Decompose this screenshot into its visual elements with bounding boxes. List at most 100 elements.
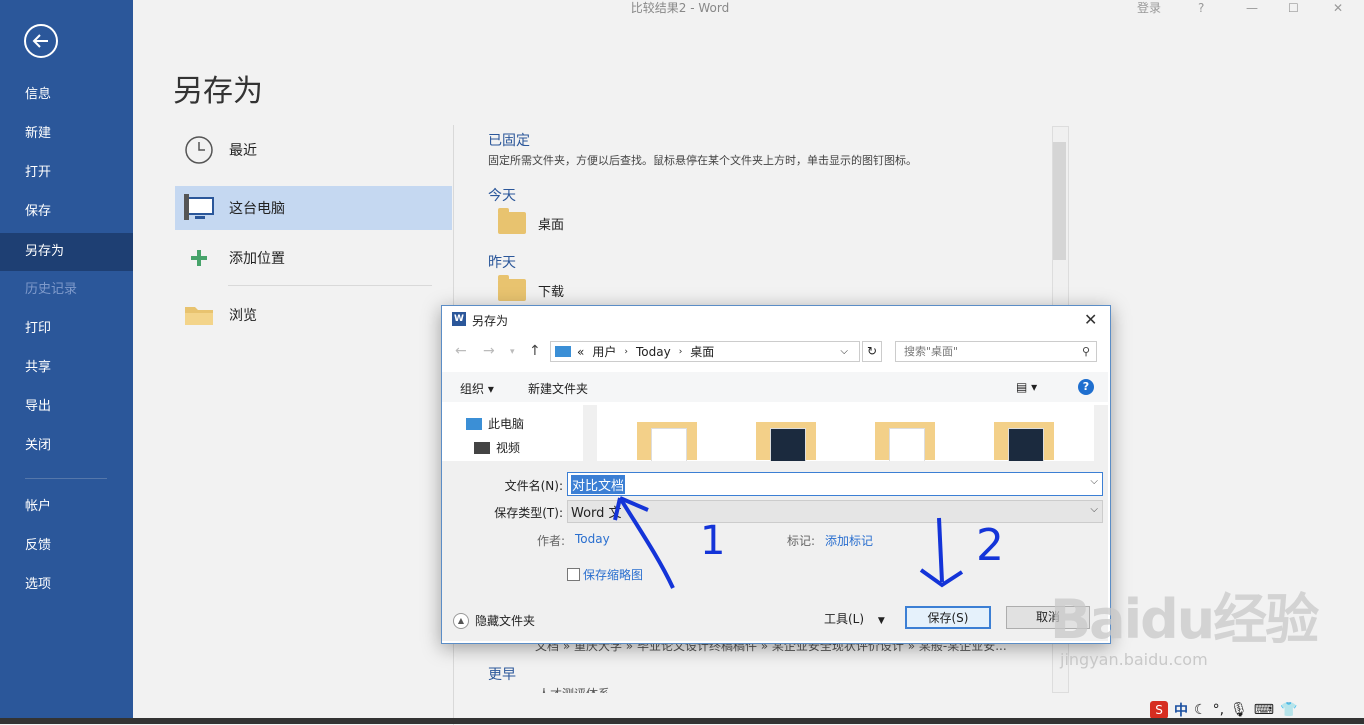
help-icon[interactable]: ? [1078, 379, 1094, 395]
sogou-ime-icon[interactable]: S [1150, 701, 1168, 719]
file-thumbnail[interactable] [637, 422, 697, 462]
filetype-value: Word 文 [571, 506, 622, 521]
nav-share[interactable]: 共享 [0, 350, 133, 386]
punctuation-icon[interactable]: °, [1213, 702, 1224, 718]
tree-scrollbar[interactable] [583, 405, 597, 461]
ime-mode[interactable]: 中 [1174, 700, 1188, 720]
tree-item-this-pc[interactable]: 此电脑 [466, 415, 524, 432]
nav-account[interactable]: 帐户 [0, 489, 133, 525]
files-scrollbar[interactable] [1094, 405, 1108, 461]
folder-item-downloads[interactable]: 下载 [498, 275, 564, 301]
save-button[interactable]: 保存(S) [905, 606, 991, 629]
login-link[interactable]: 登录 [1137, 0, 1161, 16]
baidu-watermark-logo: Baidu经验 [1050, 588, 1319, 651]
nav-options[interactable]: 选项 [0, 567, 133, 603]
hide-folders-toggle[interactable]: ▲ 隐藏文件夹 [453, 612, 535, 629]
dialog-close-icon[interactable]: ✕ [1084, 310, 1097, 329]
back-arrow-icon[interactable]: ← [455, 343, 467, 359]
close-icon[interactable]: ✕ [1333, 0, 1343, 16]
restore-icon[interactable]: ☐ [1288, 0, 1299, 16]
chevron-down-icon[interactable]: ⌵ [840, 346, 848, 357]
place-recent[interactable]: 最近 [175, 128, 452, 172]
place-label: 添加位置 [229, 251, 285, 267]
filetype-select[interactable]: Word 文 ⌵ [567, 500, 1103, 523]
organize-button[interactable]: 组织 ▾ [460, 380, 494, 397]
author-value[interactable]: Today [575, 532, 610, 546]
save-thumbnail-checkbox[interactable] [567, 568, 580, 581]
recent-locations-icon[interactable]: ▾ [510, 347, 515, 357]
annotation-number-2: 2 [976, 520, 1004, 571]
folder-icon [498, 275, 526, 301]
search-icon: ⚲ [1081, 345, 1090, 358]
forward-arrow-icon[interactable]: → [483, 343, 495, 359]
filename-input[interactable]: 对比文档 ⌵ [567, 472, 1103, 496]
pinned-heading: 已固定 [488, 133, 530, 149]
clock-icon [181, 132, 217, 168]
nav-new[interactable]: 新建 [0, 116, 133, 152]
folder-icon [181, 297, 217, 333]
up-arrow-icon[interactable]: ↑ [529, 343, 541, 359]
chevron-up-icon: ▲ [453, 612, 469, 629]
video-icon [474, 441, 490, 454]
address-part[interactable]: Today [636, 345, 671, 359]
tree-item-videos[interactable]: 视频 [474, 439, 520, 456]
save-thumbnail-label[interactable]: 保存缩略图 [583, 566, 643, 583]
computer-icon [181, 190, 217, 226]
microphone-icon[interactable]: 🎙 [1230, 702, 1248, 718]
moon-icon[interactable]: ☾ [1194, 702, 1207, 718]
search-input[interactable]: 搜索"桌面" ⚲ [895, 341, 1097, 362]
nav-save-as[interactable]: 另存为 [0, 233, 133, 271]
folder-item-desktop[interactable]: 桌面 [498, 208, 564, 234]
filename-label: 文件名(N): [504, 479, 563, 493]
new-folder-button[interactable]: 新建文件夹 [528, 380, 588, 397]
chevron-down-icon[interactable]: ⌵ [1090, 476, 1098, 487]
address-part[interactable]: 用户 [592, 343, 616, 360]
yesterday-heading: 昨天 [488, 255, 516, 271]
place-browse[interactable]: 浏览 [175, 293, 452, 337]
filetype-label: 保存类型(T): [494, 506, 563, 520]
tools-button[interactable]: 工具(L) ▼ [824, 610, 885, 627]
nav-info[interactable]: 信息 [0, 77, 133, 113]
chevron-down-icon[interactable]: ⌵ [1090, 504, 1098, 515]
nav-history: 历史记录 [25, 282, 78, 297]
view-options-icon[interactable]: ▤ ▾ [1016, 380, 1037, 394]
shirt-icon[interactable]: 👕 [1280, 702, 1297, 718]
chevron-right-icon: › [624, 346, 628, 357]
backstage-sidebar: 信息 新建 打开 保存 另存为 历史记录 打印 共享 导出 关闭 帐户 反馈 选… [0, 0, 133, 724]
nav-export[interactable]: 导出 [0, 389, 133, 425]
help-icon[interactable]: ? [1198, 0, 1204, 16]
folder-icon [498, 208, 526, 234]
file-thumbnail[interactable] [756, 422, 816, 462]
file-thumbnail[interactable] [994, 422, 1054, 462]
address-part[interactable]: 桌面 [690, 343, 714, 360]
window-title: 比较结果2 - Word [630, 1, 730, 15]
word-icon: W [452, 312, 466, 326]
keyboard-icon[interactable]: ⌨ [1254, 702, 1274, 718]
author-label: 作者: [537, 534, 566, 548]
file-thumbnail[interactable] [875, 422, 935, 462]
nav-print[interactable]: 打印 [0, 311, 133, 347]
tags-value[interactable]: 添加标记 [825, 532, 873, 549]
place-label: 浏览 [229, 308, 257, 324]
place-add-location[interactable]: 添加位置 [175, 236, 452, 280]
panel-scrollbar-thumb[interactable] [1053, 142, 1066, 260]
refresh-icon[interactable]: ↻ [862, 341, 882, 362]
tree-label: 此电脑 [488, 417, 525, 431]
nav-open[interactable]: 打开 [0, 155, 133, 191]
plus-icon [181, 240, 217, 276]
place-this-pc[interactable]: 这台电脑 [175, 186, 452, 230]
pc-icon [555, 346, 571, 357]
back-button[interactable] [24, 24, 58, 58]
place-label: 这台电脑 [229, 201, 285, 217]
place-label: 最近 [229, 143, 257, 159]
nav-close[interactable]: 关闭 [0, 428, 133, 464]
address-overflow: « [577, 344, 585, 359]
arrow-left-icon [32, 34, 48, 48]
address-bar[interactable]: « 用户 › Today › 桌面 ⌵ [550, 341, 860, 362]
chevron-right-icon: › [678, 346, 683, 357]
folder-item-earlier[interactable]: 人才测评体系 [538, 685, 610, 693]
places-divider [228, 285, 432, 286]
nav-save[interactable]: 保存 [0, 194, 133, 230]
nav-feedback[interactable]: 反馈 [0, 528, 133, 564]
minimize-icon[interactable]: — [1246, 0, 1258, 16]
